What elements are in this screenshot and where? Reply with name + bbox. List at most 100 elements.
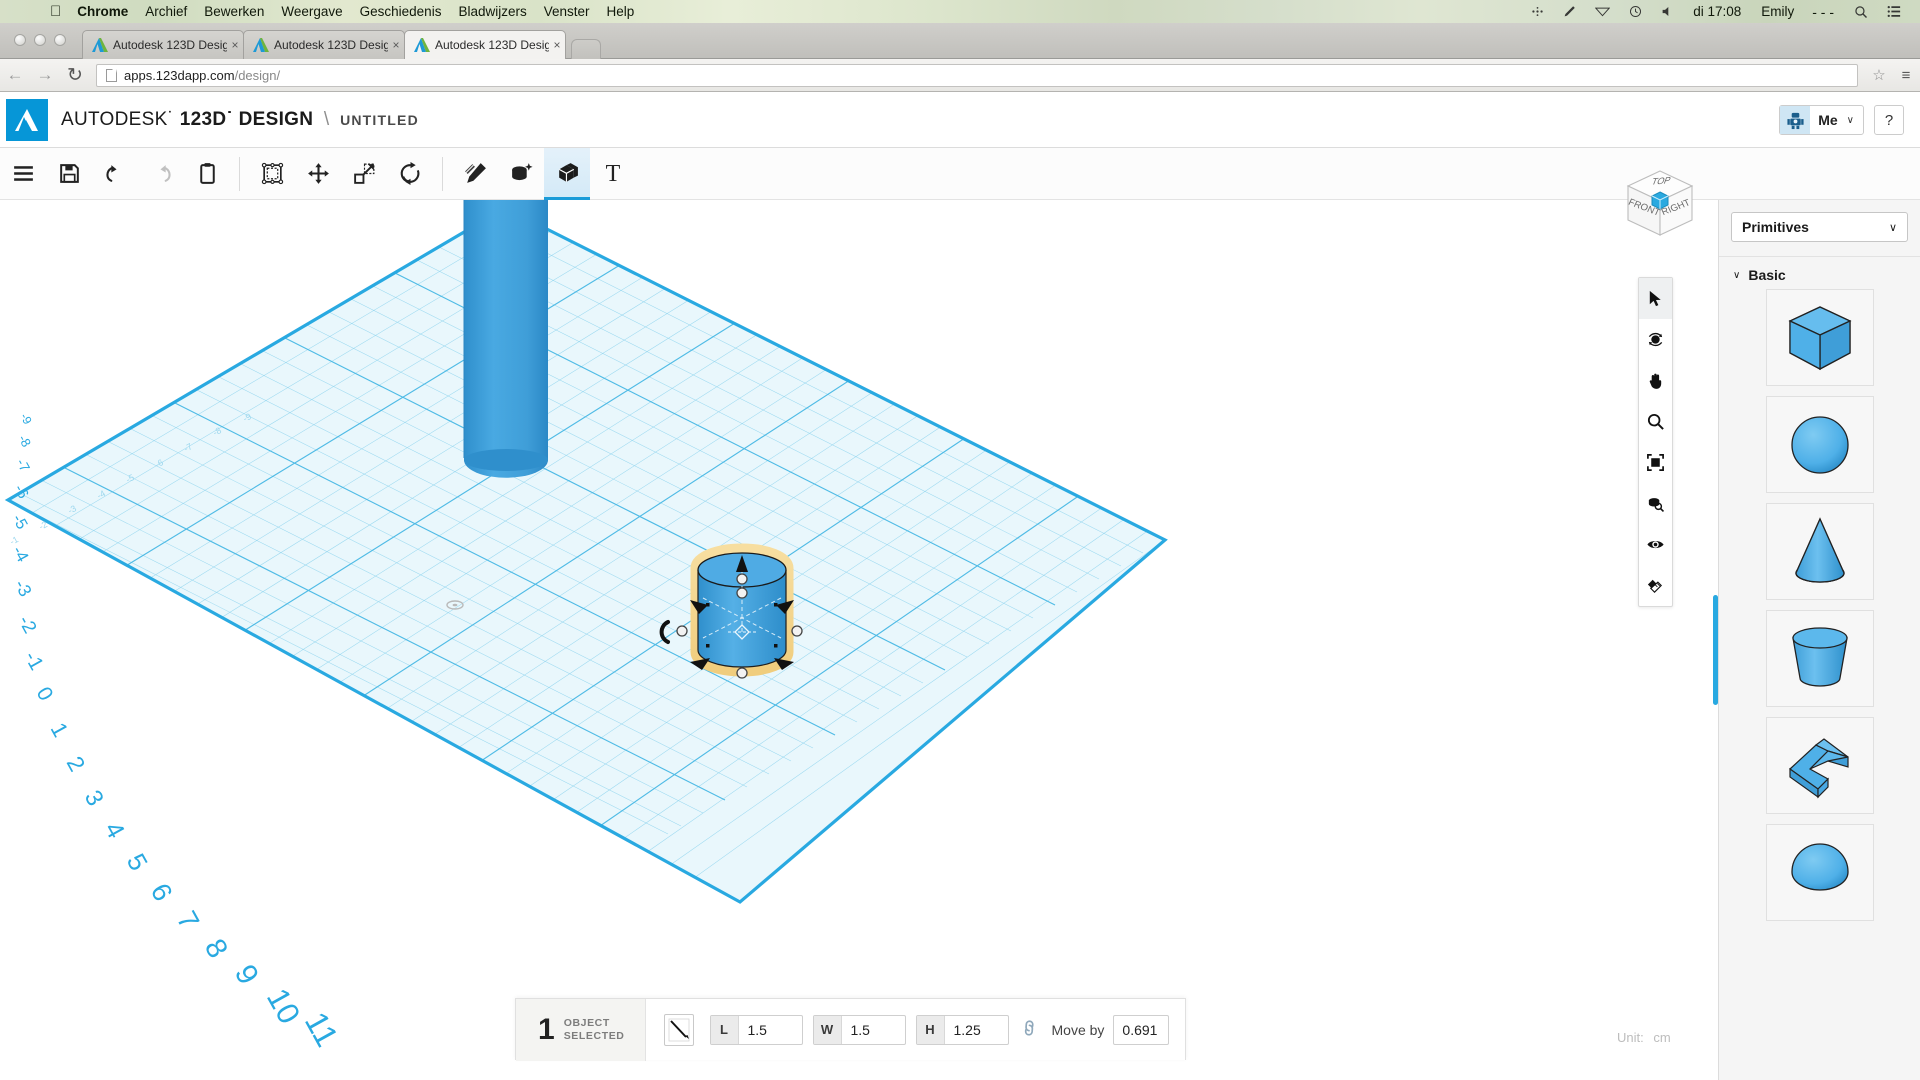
svg-text:-3: -3 (11, 576, 36, 600)
menu-item-venster[interactable]: Venster (544, 4, 590, 19)
menu-item-geschiedenis[interactable]: Geschiedenis (360, 4, 442, 19)
zoom-object-tool[interactable] (1639, 483, 1672, 524)
save-button[interactable] (46, 148, 92, 200)
menu-item-bewerken[interactable]: Bewerken (204, 4, 264, 19)
tab-close-icon[interactable]: × (227, 38, 243, 52)
section-basic-header[interactable]: ∨ Basic (1719, 256, 1920, 289)
menu-bar-user[interactable]: Emily (1761, 4, 1794, 19)
menu-item-bladwijzers[interactable]: Bladwijzers (458, 4, 526, 19)
tab-title: Autodesk 123D Design (435, 38, 549, 52)
help-button[interactable]: ? (1874, 105, 1904, 135)
menu-app-name[interactable]: Chrome (77, 4, 128, 19)
timemachine-icon[interactable] (1629, 5, 1642, 18)
window-close-button[interactable] (14, 34, 26, 46)
browser-tab-3-active[interactable]: Autodesk 123D Design × (404, 30, 566, 59)
length-value[interactable]: 1.5 (739, 1016, 802, 1044)
primitive-wedge[interactable] (1765, 717, 1874, 814)
svg-text:-1: -1 (20, 648, 48, 674)
apple-icon[interactable]:  (50, 4, 61, 19)
measure-tool-icon[interactable] (663, 1013, 694, 1046)
category-dropdown[interactable]: Primitives ∨ (1731, 212, 1908, 242)
scale-button[interactable] (341, 148, 387, 200)
search-icon[interactable] (1854, 5, 1868, 19)
back-button[interactable]: ← (0, 65, 30, 85)
orbit-tool[interactable] (1639, 319, 1672, 360)
redo-button[interactable] (138, 148, 184, 200)
primitive-cylinder[interactable] (1765, 610, 1874, 707)
tab-close-icon[interactable]: × (388, 38, 404, 52)
url-path: /design/ (234, 67, 281, 83)
selected-count-label: OBJECT SELECTED (564, 1017, 625, 1043)
view-cube[interactable]: TOP FRONT RIGHT (1620, 165, 1700, 245)
document-name[interactable]: UNTITLED (340, 112, 419, 128)
volume-icon[interactable] (1661, 5, 1674, 18)
pan-tool[interactable] (1639, 360, 1672, 401)
primitive-cone[interactable] (1765, 503, 1874, 600)
tab-close-icon[interactable]: × (549, 38, 565, 52)
toolbar-separator-2 (442, 156, 443, 191)
brand-product: 123D˙ DESIGN (179, 109, 314, 130)
zoom-tool[interactable] (1639, 401, 1672, 442)
link-chain-icon[interactable] (1017, 1016, 1044, 1043)
chrome-menu-icon[interactable]: ≡ (1892, 67, 1920, 84)
pen-icon[interactable] (1563, 5, 1576, 18)
width-value[interactable]: 1.5 (842, 1016, 905, 1044)
primitives-button[interactable] (544, 147, 590, 200)
reload-button[interactable]: ↻ (60, 64, 90, 87)
svg-text:-1: -1 (8, 534, 20, 547)
bluetooth-icon[interactable] (1531, 5, 1544, 18)
tab-title: Autodesk 123D Design (113, 38, 227, 52)
text-button[interactable]: T (590, 148, 636, 200)
construct-button[interactable] (498, 148, 544, 200)
height-value[interactable]: 1.25 (945, 1016, 1008, 1044)
primitive-sphere[interactable] (1765, 396, 1874, 493)
height-field[interactable]: H 1.25 (915, 1014, 1009, 1045)
menu-item-help[interactable]: Help (607, 4, 635, 19)
menu-item-archief[interactable]: Archief (145, 4, 187, 19)
address-bar[interactable]: apps.123dapp.com /design/ (96, 63, 1858, 87)
account-menu[interactable]: Me ∨ (1779, 105, 1864, 135)
selection-properties-bar: 1 OBJECT SELECTED L 1.5 W 1.5 H 1.25 Mov… (515, 998, 1187, 1061)
svg-text:7: 7 (171, 906, 206, 935)
rotate-button[interactable] (387, 148, 433, 200)
home-cube-icon[interactable] (1651, 191, 1669, 210)
design-canvas[interactable]: -9 -8 -7 -6 -5 -4 -3 -2 -1 0 1 2 3 4 5 6… (0, 200, 1718, 1080)
cylinder-tall[interactable] (463, 200, 548, 478)
svg-text:9: 9 (228, 959, 265, 990)
move-by-input[interactable]: 0.691 (1113, 1014, 1170, 1045)
menu-bar-clock[interactable]: di 17:08 (1693, 4, 1741, 19)
fit-tool[interactable] (1639, 442, 1672, 483)
select-tool[interactable] (1639, 278, 1672, 319)
material-tool[interactable] (1639, 565, 1672, 606)
browser-tab-2[interactable]: Autodesk 123D Design × (243, 30, 405, 59)
chevron-down-icon: ∨ (1846, 114, 1854, 126)
browser-tab-1[interactable]: Autodesk 123D Design × (82, 30, 244, 59)
primitive-box[interactable] (1765, 289, 1874, 386)
autodesk-logo[interactable] (6, 99, 48, 141)
new-tab-button[interactable] (571, 39, 601, 59)
forward-button[interactable]: → (30, 65, 60, 85)
browser-tab-strip: Autodesk 123D Design × Autodesk 123D Des… (0, 23, 1920, 59)
move-button[interactable] (295, 148, 341, 200)
paste-button[interactable] (184, 148, 230, 200)
menu-item-weergave[interactable]: Weergave (281, 4, 342, 19)
menu-button[interactable] (0, 148, 46, 200)
length-field[interactable]: L 1.5 (709, 1014, 803, 1045)
wifi-icon[interactable] (1595, 5, 1611, 18)
transform-button[interactable] (249, 148, 295, 200)
toolbar-group-transform (249, 148, 433, 200)
primitive-torus[interactable] (1765, 824, 1874, 921)
window-minimize-button[interactable] (34, 34, 46, 46)
width-field[interactable]: W 1.5 (812, 1014, 906, 1045)
account-label: Me (1818, 112, 1838, 128)
bookmark-star-icon[interactable]: ☆ (1866, 66, 1892, 84)
sketch-button[interactable] (452, 148, 498, 200)
window-zoom-button[interactable] (54, 34, 66, 46)
notification-list-icon[interactable] (1887, 5, 1901, 18)
page-title: AUTODESK˙ 123D˙ DESIGN \ UNTITLED (61, 109, 419, 131)
primitives-panel: Primitives ∨ ∨ Basic (1718, 200, 1920, 1080)
canvas-scene[interactable]: -9 -8 -7 -6 -5 -4 -3 -2 -1 0 1 2 3 4 5 6… (0, 200, 1718, 1080)
visibility-tool[interactable] (1639, 524, 1672, 565)
undo-button[interactable] (92, 148, 138, 200)
height-key: H (916, 1015, 945, 1044)
